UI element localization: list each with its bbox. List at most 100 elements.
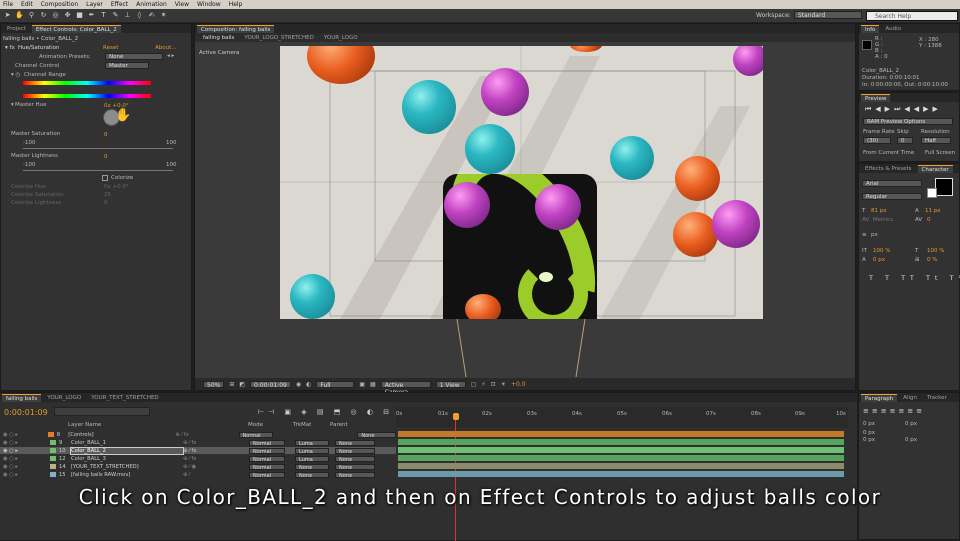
mask-visibility-icon[interactable]: ◩ — [239, 381, 245, 388]
zoom-select[interactable]: 50% — [203, 380, 225, 389]
selection-tool-icon[interactable]: ➤ — [3, 11, 12, 20]
roto-tool-icon[interactable]: ✍ — [147, 11, 156, 20]
flowchart-icon[interactable]: ⊡ — [491, 381, 496, 388]
layer-switches[interactable]: ⊕ ⁄ ◉ — [183, 464, 249, 470]
hand-tool-icon[interactable]: ✋ — [15, 11, 24, 20]
resolution-preview-select[interactable]: Half — [921, 137, 951, 144]
layer-name[interactable]: [Controls] — [68, 432, 175, 438]
full-screen-checkbox[interactable]: Full Screen — [925, 150, 955, 156]
tab-align[interactable]: Align — [899, 394, 921, 402]
layer-switch-icons[interactable]: ◉ ○ ▸ — [0, 448, 50, 454]
animation-presets-select[interactable]: None — [105, 53, 163, 60]
frame-rate-select[interactable]: (30) — [863, 137, 891, 144]
playhead-handle[interactable] — [453, 413, 459, 420]
preset-arrows-icon[interactable]: ◂ ▸ — [167, 53, 174, 59]
comp-tab-logo-stretched[interactable]: YOUR_LOGO_STRETCHED — [240, 34, 317, 42]
timeline-search-input[interactable] — [54, 407, 150, 416]
horizontal-scale-value[interactable]: 100 % — [927, 248, 944, 254]
stroke-color-swatch[interactable] — [927, 188, 937, 198]
rotate-tool-icon[interactable]: ↻ — [39, 11, 48, 20]
views-select[interactable]: 1 View — [435, 380, 466, 389]
layer-row[interactable]: ◉ ○ ▸ 14 [YOUR_TEXT_STRETCHED] ⊕ ⁄ ◉ Nor… — [0, 463, 396, 471]
stroke-unit[interactable]: px — [871, 232, 878, 238]
pan-behind-tool-icon[interactable]: ✥ — [63, 11, 72, 20]
eraser-tool-icon[interactable]: ◊ — [135, 11, 144, 20]
layer-name[interactable]: Color_BALL_1 — [71, 440, 183, 446]
timeline-timecode[interactable]: 0:00:01:09 — [4, 408, 48, 417]
preview-transport-icon[interactable]: ⏮◀▶⏭◀◀▶▶ — [865, 105, 942, 114]
layer-trkmat-select[interactable]: None — [295, 471, 329, 479]
layer-row[interactable]: ◉ ○ ▸ 9 Color_BALL_1 ⊕ ⁄ fx Normal Luma … — [0, 439, 396, 447]
layer-parent-select[interactable]: None — [357, 431, 396, 439]
text-style-buttons-icon[interactable]: T T TT Tt T¹ T₁ — [869, 274, 960, 282]
master-hue-twirl-icon[interactable]: ▾ — [11, 102, 14, 108]
master-lightness-value[interactable]: 0 — [104, 154, 108, 160]
layer-trkmat-select[interactable]: Luma — [295, 455, 329, 463]
fast-preview-icon[interactable]: ⚡ — [481, 381, 485, 388]
layer-row[interactable]: ◉ ○ ▸ 15 [falling balls RAW.mov] ⊕ ⁄ Nor… — [0, 471, 396, 479]
pen-tool-icon[interactable]: ✒ — [87, 11, 96, 20]
clone-tool-icon[interactable]: ⊥ — [123, 11, 132, 20]
time-ruler[interactable]: 0s 01s 02s 03s 04s 05s 06s 07s 08s 09s 1… — [396, 407, 848, 427]
layer-mode-select[interactable]: Normal — [249, 439, 285, 447]
tab-effect-controls[interactable]: Effect Controls: Color_BALL_2 — [31, 24, 121, 33]
channel-range-twirl-icon[interactable]: ▾ ◷ — [11, 72, 20, 78]
grid-icon[interactable]: ⊞ — [229, 381, 234, 388]
exposure-value[interactable]: +0.0 — [511, 381, 526, 388]
zoom-tool-icon[interactable]: ⚲ — [27, 11, 36, 20]
font-style-select[interactable]: Regular — [862, 193, 922, 200]
layer-parent-select[interactable]: None — [335, 447, 375, 455]
comp-tab-logo[interactable]: YOUR_LOGO — [320, 34, 362, 42]
lightness-slider[interactable] — [23, 170, 173, 171]
space-after-value[interactable]: 0 px — [905, 437, 917, 443]
layer-label-color[interactable] — [50, 472, 56, 477]
layer-switch-icons[interactable]: ◉ ○ ▸ — [0, 432, 48, 438]
channel-control-select[interactable]: Master — [105, 62, 149, 69]
layer-duration-bar[interactable] — [398, 471, 844, 477]
layer-row-selected[interactable]: ◉ ○ ▸ 10 Color_BALL_2 ⊕ ⁄ fx Normal Luma… — [0, 446, 396, 455]
menu-view[interactable]: View — [175, 1, 189, 8]
layer-mode-select[interactable]: Normal — [249, 463, 285, 471]
reset-link[interactable]: Reset — [103, 45, 118, 51]
camera-tool-icon[interactable]: ◎ — [51, 11, 60, 20]
layer-row[interactable]: ◉ ○ ▸ 12 Color_BALL_3 ⊕ ⁄ fx Normal Luma… — [0, 455, 396, 463]
layer-switches[interactable]: ⊕ ⁄ — [183, 472, 249, 478]
resolution-select[interactable]: Full — [316, 380, 355, 389]
menu-file[interactable]: File — [3, 1, 13, 8]
layer-trkmat-select[interactable]: Luma — [295, 447, 329, 455]
indent-left-value[interactable]: 0 px — [863, 421, 875, 427]
layer-name[interactable]: Color_BALL_2 — [70, 446, 184, 455]
tab-composition[interactable]: Composition: falling balls — [197, 24, 275, 33]
layer-switch-icons[interactable]: ◉ ○ ▸ — [0, 456, 50, 462]
brush-tool-icon[interactable]: ✎ — [111, 11, 120, 20]
paragraph-align-icons[interactable]: ≡≡≡≡≡≡≡ — [863, 407, 925, 415]
tab-tracker[interactable]: Tracker — [923, 394, 951, 402]
menu-animation[interactable]: Animation — [136, 1, 167, 8]
layer-parent-select[interactable]: None — [335, 439, 375, 447]
menu-layer[interactable]: Layer — [86, 1, 103, 8]
tab-effects-presets[interactable]: Effects & Presets — [861, 165, 916, 173]
ram-preview-options[interactable]: RAM Preview Options — [863, 118, 953, 125]
layer-label-color[interactable] — [50, 440, 56, 445]
puppet-tool-icon[interactable]: ✶ — [159, 11, 168, 20]
workspace-select[interactable]: Standard — [793, 11, 862, 19]
tsume-value[interactable]: 0 % — [927, 257, 937, 263]
mask-tool-icon[interactable]: ■ — [75, 11, 84, 20]
layer-mode-select[interactable]: Normal — [249, 471, 285, 479]
space-before-value[interactable]: 0 px — [863, 437, 875, 443]
layer-label-color[interactable] — [50, 456, 56, 461]
transparency-grid-icon[interactable]: ▦ — [370, 381, 376, 388]
master-saturation-value[interactable]: 0 — [104, 132, 108, 138]
menu-window[interactable]: Window — [197, 1, 221, 8]
kerning-value[interactable]: Metrics — [873, 217, 893, 223]
search-help-input[interactable]: Search Help — [866, 11, 958, 21]
layer-duration-bar[interactable] — [398, 455, 844, 461]
camera-select[interactable]: Active Camera — [380, 380, 431, 396]
layer-switches[interactable]: ⊕ ⁄ fx — [183, 440, 249, 446]
timeline-tab-logo[interactable]: YOUR_LOGO — [43, 394, 85, 402]
font-size-value[interactable]: 81 px — [871, 208, 887, 214]
layer-parent-select[interactable]: None — [335, 455, 375, 463]
tab-info[interactable]: Info — [861, 24, 880, 33]
layer-name[interactable]: [falling balls RAW.mov] — [71, 472, 183, 478]
layer-switches[interactable]: ⊕ ⁄ fx — [183, 456, 249, 462]
